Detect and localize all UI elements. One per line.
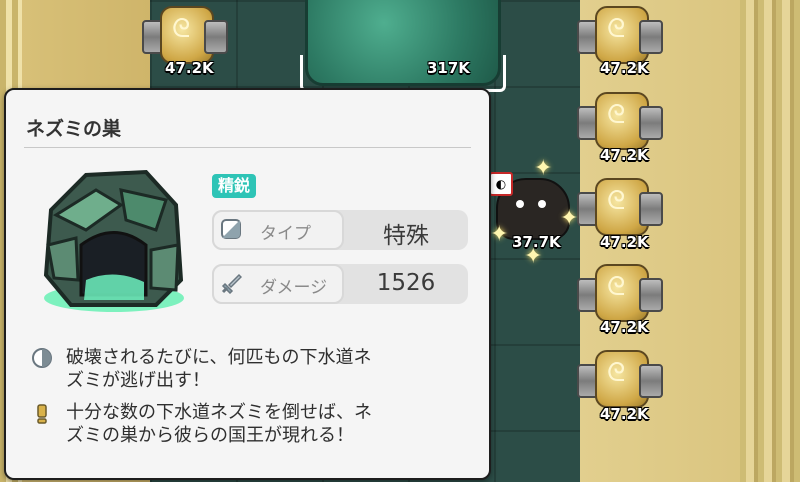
swirl-icon: ᘓ bbox=[607, 358, 626, 388]
tower-pipe bbox=[639, 278, 663, 312]
exclamation-icon bbox=[37, 404, 47, 424]
swirl-icon: ᘓ bbox=[607, 186, 626, 216]
tower-right[interactable]: ᘓ bbox=[577, 348, 663, 408]
rat-eye bbox=[538, 200, 546, 208]
divider bbox=[24, 147, 471, 148]
rat-eye bbox=[516, 200, 524, 208]
tower-pipe bbox=[639, 364, 663, 398]
sword-icon bbox=[221, 273, 242, 294]
description-line: ズミの巣から彼らの国王が現れる！ bbox=[66, 425, 354, 446]
boss-selection-frame bbox=[300, 55, 506, 92]
stat-value: 1526 bbox=[376, 270, 436, 296]
tower-hp-label: 47.2K bbox=[600, 233, 649, 251]
tower-pipe bbox=[639, 106, 663, 140]
half-circle-icon bbox=[32, 348, 52, 368]
game-stage: 317K ᘓ 47.2K ᘓ 47.2K ᘓ 47.2K ᘓ 47.2K ᘓ 4… bbox=[0, 0, 800, 482]
tower-hp-label: 47.2K bbox=[165, 59, 214, 77]
tower-pipe bbox=[204, 20, 228, 54]
tower-hp-label: 47.2K bbox=[600, 59, 649, 77]
half-circle-icon: ◐ bbox=[489, 172, 513, 196]
rat-nest-portrait bbox=[43, 169, 184, 312]
sparkle-icon: ✦ bbox=[534, 156, 553, 181]
stat-damage: ダメージ 1526 bbox=[212, 264, 468, 304]
spear-fence-right bbox=[740, 0, 800, 482]
description-line: ズミが逃げ出す！ bbox=[66, 370, 210, 391]
sparkle-icon: ✦ bbox=[490, 222, 509, 247]
stat-label: タイプ bbox=[260, 224, 311, 244]
tower-right[interactable]: ᘓ bbox=[577, 90, 663, 150]
tower-hp-label: 47.2K bbox=[600, 318, 649, 336]
swirl-icon: ᘓ bbox=[607, 272, 626, 302]
tower-hp-label: 47.2K bbox=[600, 405, 649, 423]
tower-right[interactable]: ᘓ bbox=[577, 262, 663, 322]
tower-pipe bbox=[639, 192, 663, 226]
swirl-icon: ᘓ bbox=[607, 14, 626, 44]
tower-left[interactable]: ᘓ bbox=[142, 4, 228, 64]
tower-right[interactable]: ᘓ bbox=[577, 4, 663, 64]
description-line: 十分な数の下水道ネズミを倒せば、ネ bbox=[66, 402, 372, 423]
sparkle-icon: ✦ bbox=[560, 206, 579, 231]
boss-hp-label: 317K bbox=[427, 59, 470, 77]
tower-right[interactable]: ᘓ bbox=[577, 176, 663, 236]
tower-pipe bbox=[639, 20, 663, 54]
stat-type: タイプ 特殊 bbox=[212, 210, 468, 250]
swirl-icon: ᘓ bbox=[607, 100, 626, 130]
enemy-info-card: ネズミの巣 精鋭 タイプ 特殊 ダメージ 1526 破壊されるたびに、何匹もの下… bbox=[4, 88, 491, 480]
rat-hp-label: 37.7K bbox=[512, 233, 561, 251]
stat-value: 特殊 bbox=[383, 223, 429, 249]
enemy-name: ネズミの巣 bbox=[26, 118, 122, 140]
type-icon bbox=[221, 219, 241, 239]
rank-badge: 精鋭 bbox=[212, 174, 257, 198]
stat-label: ダメージ bbox=[260, 278, 328, 298]
swirl-icon: ᘓ bbox=[172, 14, 191, 44]
tower-hp-label: 47.2K bbox=[600, 146, 649, 164]
description-line: 破壊されるたびに、何匹もの下水道ネ bbox=[66, 347, 372, 368]
